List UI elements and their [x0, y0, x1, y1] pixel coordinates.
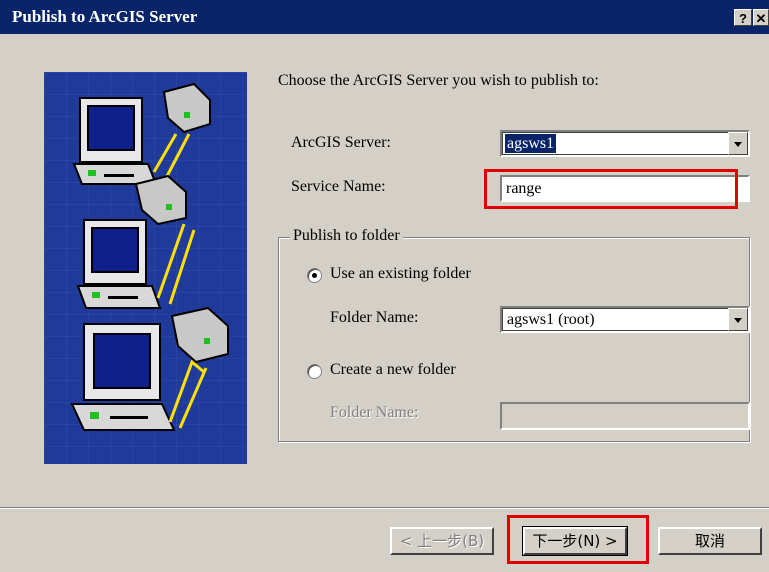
- new-folder-label[interactable]: Create a new folder: [330, 361, 456, 379]
- server-label: ArcGIS Server:: [291, 134, 391, 151]
- title-bar: Publish to ArcGIS Server ? ✕: [0, 0, 769, 34]
- new-folder-name-label: Folder Name:: [330, 404, 419, 421]
- server-value: agsws1: [505, 134, 557, 153]
- chevron-down-icon[interactable]: [728, 308, 748, 331]
- intro-text: Choose the ArcGIS Server you wish to pub…: [278, 72, 599, 89]
- existing-folder-name-label: Folder Name:: [330, 309, 419, 326]
- computer-icon: [70, 323, 176, 431]
- radio-selected-dot: [312, 273, 317, 278]
- existing-folder-value: agsws1 (root): [507, 311, 595, 328]
- next-button-highlight: [507, 515, 649, 564]
- server-dropdown[interactable]: agsws1: [500, 130, 750, 157]
- service-name-highlight: [484, 169, 738, 209]
- cancel-button[interactable]: 取消: [658, 527, 762, 555]
- new-folder-radio[interactable]: [307, 364, 322, 379]
- button-separator: [0, 507, 769, 509]
- close-button[interactable]: ✕: [753, 9, 769, 26]
- publish-folder-group-title: Publish to folder: [290, 227, 403, 245]
- existing-folder-dropdown[interactable]: agsws1 (root): [500, 306, 750, 333]
- existing-folder-radio[interactable]: [307, 268, 322, 283]
- existing-folder-label[interactable]: Use an existing folder: [330, 265, 471, 283]
- window-title: Publish to ArcGIS Server: [12, 7, 198, 26]
- new-folder-name-input[interactable]: [500, 402, 750, 430]
- back-button[interactable]: < 上一步(B): [390, 527, 494, 555]
- networked-computers-illustration: [44, 72, 247, 464]
- chevron-down-icon[interactable]: [728, 132, 748, 155]
- service-name-label: Service Name:: [291, 178, 386, 195]
- help-button[interactable]: ?: [734, 9, 752, 26]
